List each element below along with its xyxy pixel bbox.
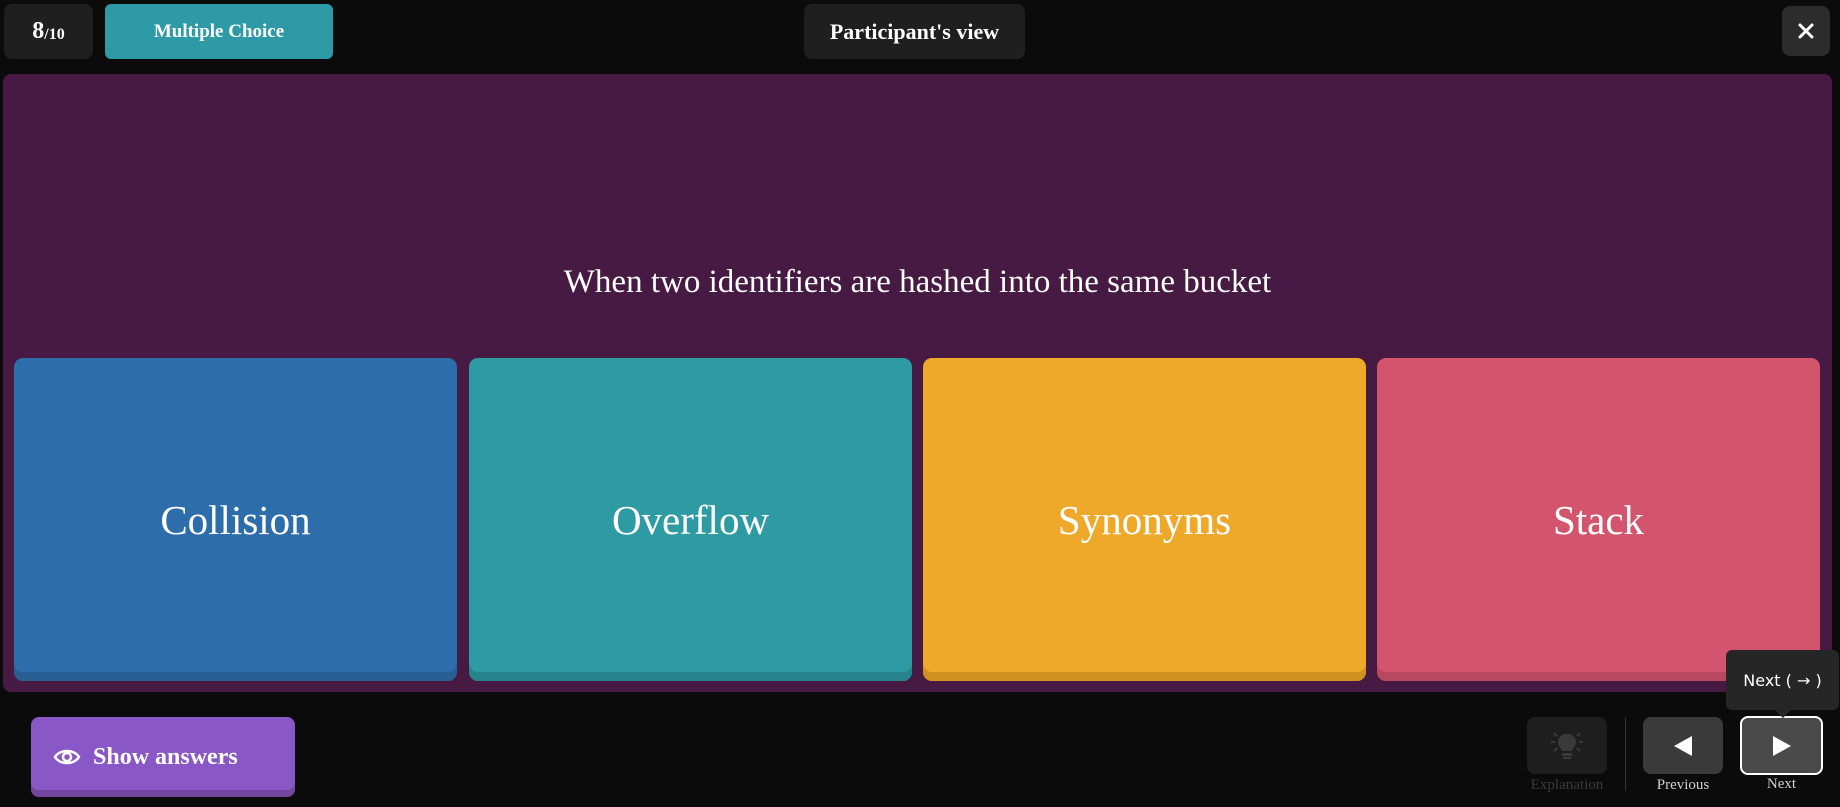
triangle-left-icon <box>1674 735 1692 756</box>
next-button[interactable] <box>1740 716 1823 775</box>
question-counter: 8/10 <box>4 4 93 59</box>
show-answers-label: Show answers <box>93 743 238 770</box>
explanation-control: Explanation <box>1527 717 1607 794</box>
next-tooltip: Next ( → ) <box>1726 650 1839 718</box>
close-button[interactable] <box>1782 6 1830 56</box>
explanation-button[interactable] <box>1527 717 1607 774</box>
answer-option-3[interactable]: Synonyms <box>923 358 1366 681</box>
previous-button[interactable] <box>1643 717 1723 774</box>
answer-option-4[interactable]: Stack <box>1377 358 1820 681</box>
question-text: When two identifiers are hashed into the… <box>563 264 1272 300</box>
lightbulb-icon <box>1551 731 1583 759</box>
previous-control: Previous <box>1643 717 1723 794</box>
divider <box>1625 717 1626 791</box>
answer-option-2[interactable]: Overflow <box>469 358 912 681</box>
next-label: Next <box>1766 776 1797 792</box>
question-type-badge: Multiple Choice <box>105 4 333 59</box>
answer-option-1[interactable]: Collision <box>14 358 457 681</box>
eye-icon <box>53 747 81 767</box>
show-answers-button[interactable]: Show answers <box>31 717 295 797</box>
next-control: Next <box>1740 716 1823 793</box>
participant-view-button[interactable]: Participant's view <box>804 4 1025 59</box>
close-icon <box>1798 23 1814 39</box>
previous-label: Previous <box>1656 777 1710 793</box>
explanation-label: Explanation <box>1530 777 1604 793</box>
counter-total: /10 <box>44 25 65 43</box>
counter-current: 8 <box>32 18 45 44</box>
triangle-right-icon <box>1772 735 1791 756</box>
